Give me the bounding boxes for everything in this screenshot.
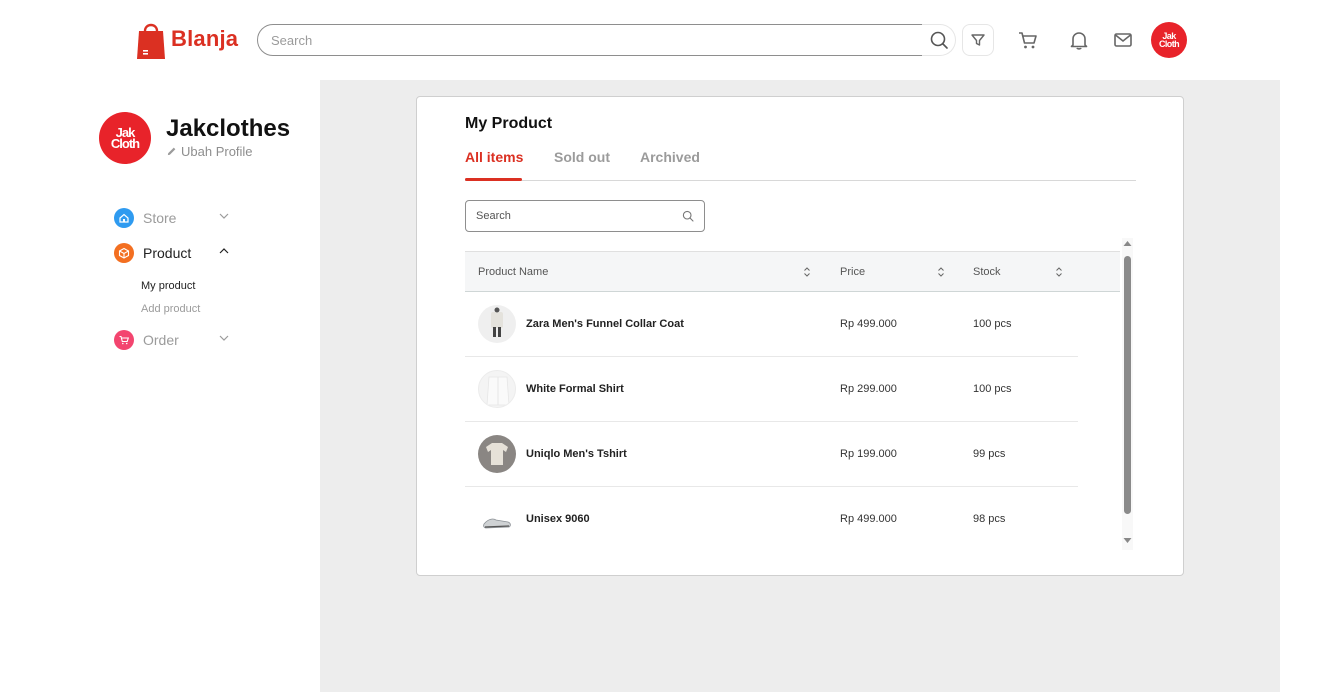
scroll-up-arrow-icon[interactable] — [1123, 239, 1132, 248]
tab-all-items[interactable]: All items — [465, 149, 523, 165]
table-row[interactable]: Zara Men's Funnel Collar Coat Rp 499.000… — [465, 292, 1078, 357]
global-search-button[interactable] — [922, 24, 956, 56]
sidebar-item-store[interactable]: Store — [114, 208, 176, 228]
cart-icon — [1019, 32, 1037, 49]
table-row[interactable]: Uniqlo Men's Tshirt Rp 199.000 99 pcs — [465, 422, 1078, 487]
search-icon[interactable] — [682, 210, 694, 222]
sidebar-item-order[interactable]: Order — [114, 330, 179, 350]
column-header-stock[interactable]: Stock — [973, 266, 1001, 278]
brand-logo[interactable]: Blanja — [136, 19, 238, 59]
filter-button[interactable] — [962, 24, 994, 56]
sort-icon[interactable] — [1055, 266, 1063, 278]
global-search-input[interactable] — [258, 25, 922, 55]
sidebar-subitem-add-product[interactable]: Add product — [141, 303, 200, 315]
sidebar-item-label: Product — [143, 245, 192, 261]
product-name: Zara Men's Funnel Collar Coat — [526, 318, 684, 330]
search-icon — [930, 31, 948, 49]
product-tabs: All items Sold out Archived — [465, 149, 1136, 181]
product-stock: 98 pcs — [973, 513, 1006, 525]
shopping-bag-icon — [136, 19, 166, 59]
column-header-product-name[interactable]: Product Name — [478, 266, 548, 278]
product-thumbnail — [478, 305, 516, 343]
cart-icon — [114, 330, 134, 350]
product-stock: 100 pcs — [973, 383, 1012, 395]
store-name: Jakclothes — [166, 115, 291, 142]
sidebar-item-product[interactable]: Product — [114, 243, 191, 263]
box-icon — [114, 243, 134, 263]
active-tab-indicator — [465, 178, 522, 181]
sort-icon[interactable] — [937, 266, 945, 278]
product-name: Unisex 9060 — [526, 513, 590, 525]
edit-profile-label: Ubah Profile — [181, 144, 253, 159]
product-price: Rp 299.000 — [840, 383, 897, 395]
my-product-card: My Product All items Sold out Archived P… — [416, 96, 1184, 576]
product-thumbnail — [478, 435, 516, 473]
sidebar-item-label: Store — [143, 210, 177, 226]
bell-icon — [1070, 32, 1088, 50]
sidebar: Jak Cloth Jakclothes Ubah Profile Store P… — [0, 80, 320, 692]
sort-icon[interactable] — [803, 266, 811, 278]
product-price: Rp 499.000 — [840, 318, 897, 330]
product-name: White Formal Shirt — [526, 383, 624, 395]
top-navbar: Blanja JakCloth — [0, 0, 1318, 80]
chevron-down-icon[interactable] — [218, 210, 230, 222]
tab-archived[interactable]: Archived — [640, 149, 700, 165]
table-header: Product Name Price Stock — [465, 251, 1120, 292]
notification-button[interactable] — [1067, 28, 1091, 52]
chevron-up-icon[interactable] — [218, 245, 230, 257]
brand-name: Blanja — [171, 26, 239, 51]
column-header-price[interactable]: Price — [840, 266, 865, 278]
product-search-input[interactable] — [466, 201, 704, 231]
mail-button[interactable] — [1111, 28, 1135, 52]
tab-sold-out[interactable]: Sold out — [554, 149, 610, 165]
product-thumbnail — [478, 500, 516, 538]
scrollbar-thumb[interactable] — [1124, 256, 1131, 514]
sidebar-item-label: Order — [143, 332, 179, 348]
table-scrollbar[interactable] — [1122, 238, 1133, 550]
table-row[interactable]: White Formal Shirt Rp 299.000 100 pcs — [465, 357, 1078, 422]
user-avatar[interactable]: Jak Cloth — [1151, 22, 1187, 58]
chevron-down-icon[interactable] — [218, 332, 230, 344]
store-avatar: Jak Cloth — [99, 112, 151, 164]
page-title: My Product — [465, 115, 553, 132]
mail-icon — [1114, 33, 1132, 47]
pencil-icon — [167, 147, 176, 156]
product-price: Rp 199.000 — [840, 448, 897, 460]
edit-profile-link[interactable]: Ubah Profile — [166, 144, 253, 159]
sidebar-subitem-my-product[interactable]: My product — [141, 280, 195, 292]
cart-button[interactable] — [1016, 28, 1040, 52]
filter-icon — [971, 34, 985, 46]
global-search-field[interactable] — [257, 24, 923, 56]
product-price: Rp 499.000 — [840, 513, 897, 525]
product-search-field[interactable] — [465, 200, 705, 232]
product-name: Uniqlo Men's Tshirt — [526, 448, 627, 460]
product-stock: 99 pcs — [973, 448, 1006, 460]
product-thumbnail — [478, 370, 516, 408]
home-icon — [114, 208, 134, 228]
product-stock: 100 pcs — [973, 318, 1012, 330]
scroll-down-arrow-icon[interactable] — [1123, 536, 1132, 545]
product-table: Product Name Price Stock Zara Men's Funn… — [465, 251, 1137, 551]
table-row[interactable]: Unisex 9060 Rp 499.000 98 pcs — [465, 487, 1078, 551]
